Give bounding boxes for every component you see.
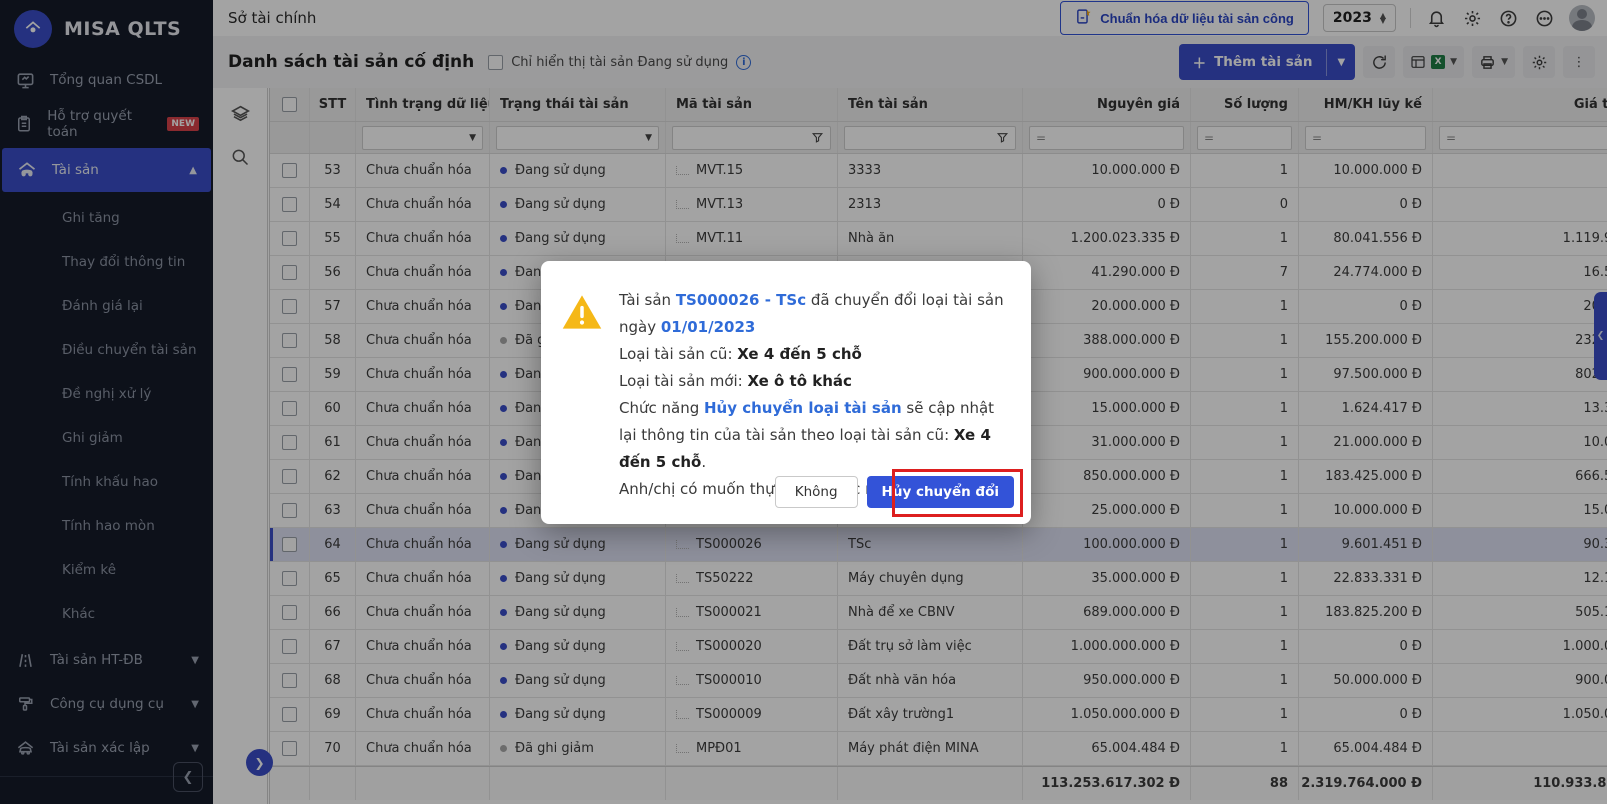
date-link[interactable]: 01/01/2023 — [661, 318, 755, 336]
no-button[interactable]: Không — [775, 476, 858, 508]
warning-icon — [561, 293, 603, 503]
confirm-dialog: Tài sản TS000026 - TSc đã chuyển đổi loạ… — [541, 261, 1031, 524]
asset-link[interactable]: TS000026 - TSc — [676, 291, 806, 309]
app-window: MISA QLTS Tổng quan CSDL Hỗ trợ quyết to… — [0, 0, 1607, 804]
dialog-message: Tài sản TS000026 - TSc đã chuyển đổi loạ… — [619, 287, 1011, 503]
confirm-cancel-transfer-button[interactable]: Hủy chuyển đổi — [867, 476, 1014, 508]
cancel-transfer-link[interactable]: Hủy chuyển loại tài sản — [704, 399, 902, 417]
